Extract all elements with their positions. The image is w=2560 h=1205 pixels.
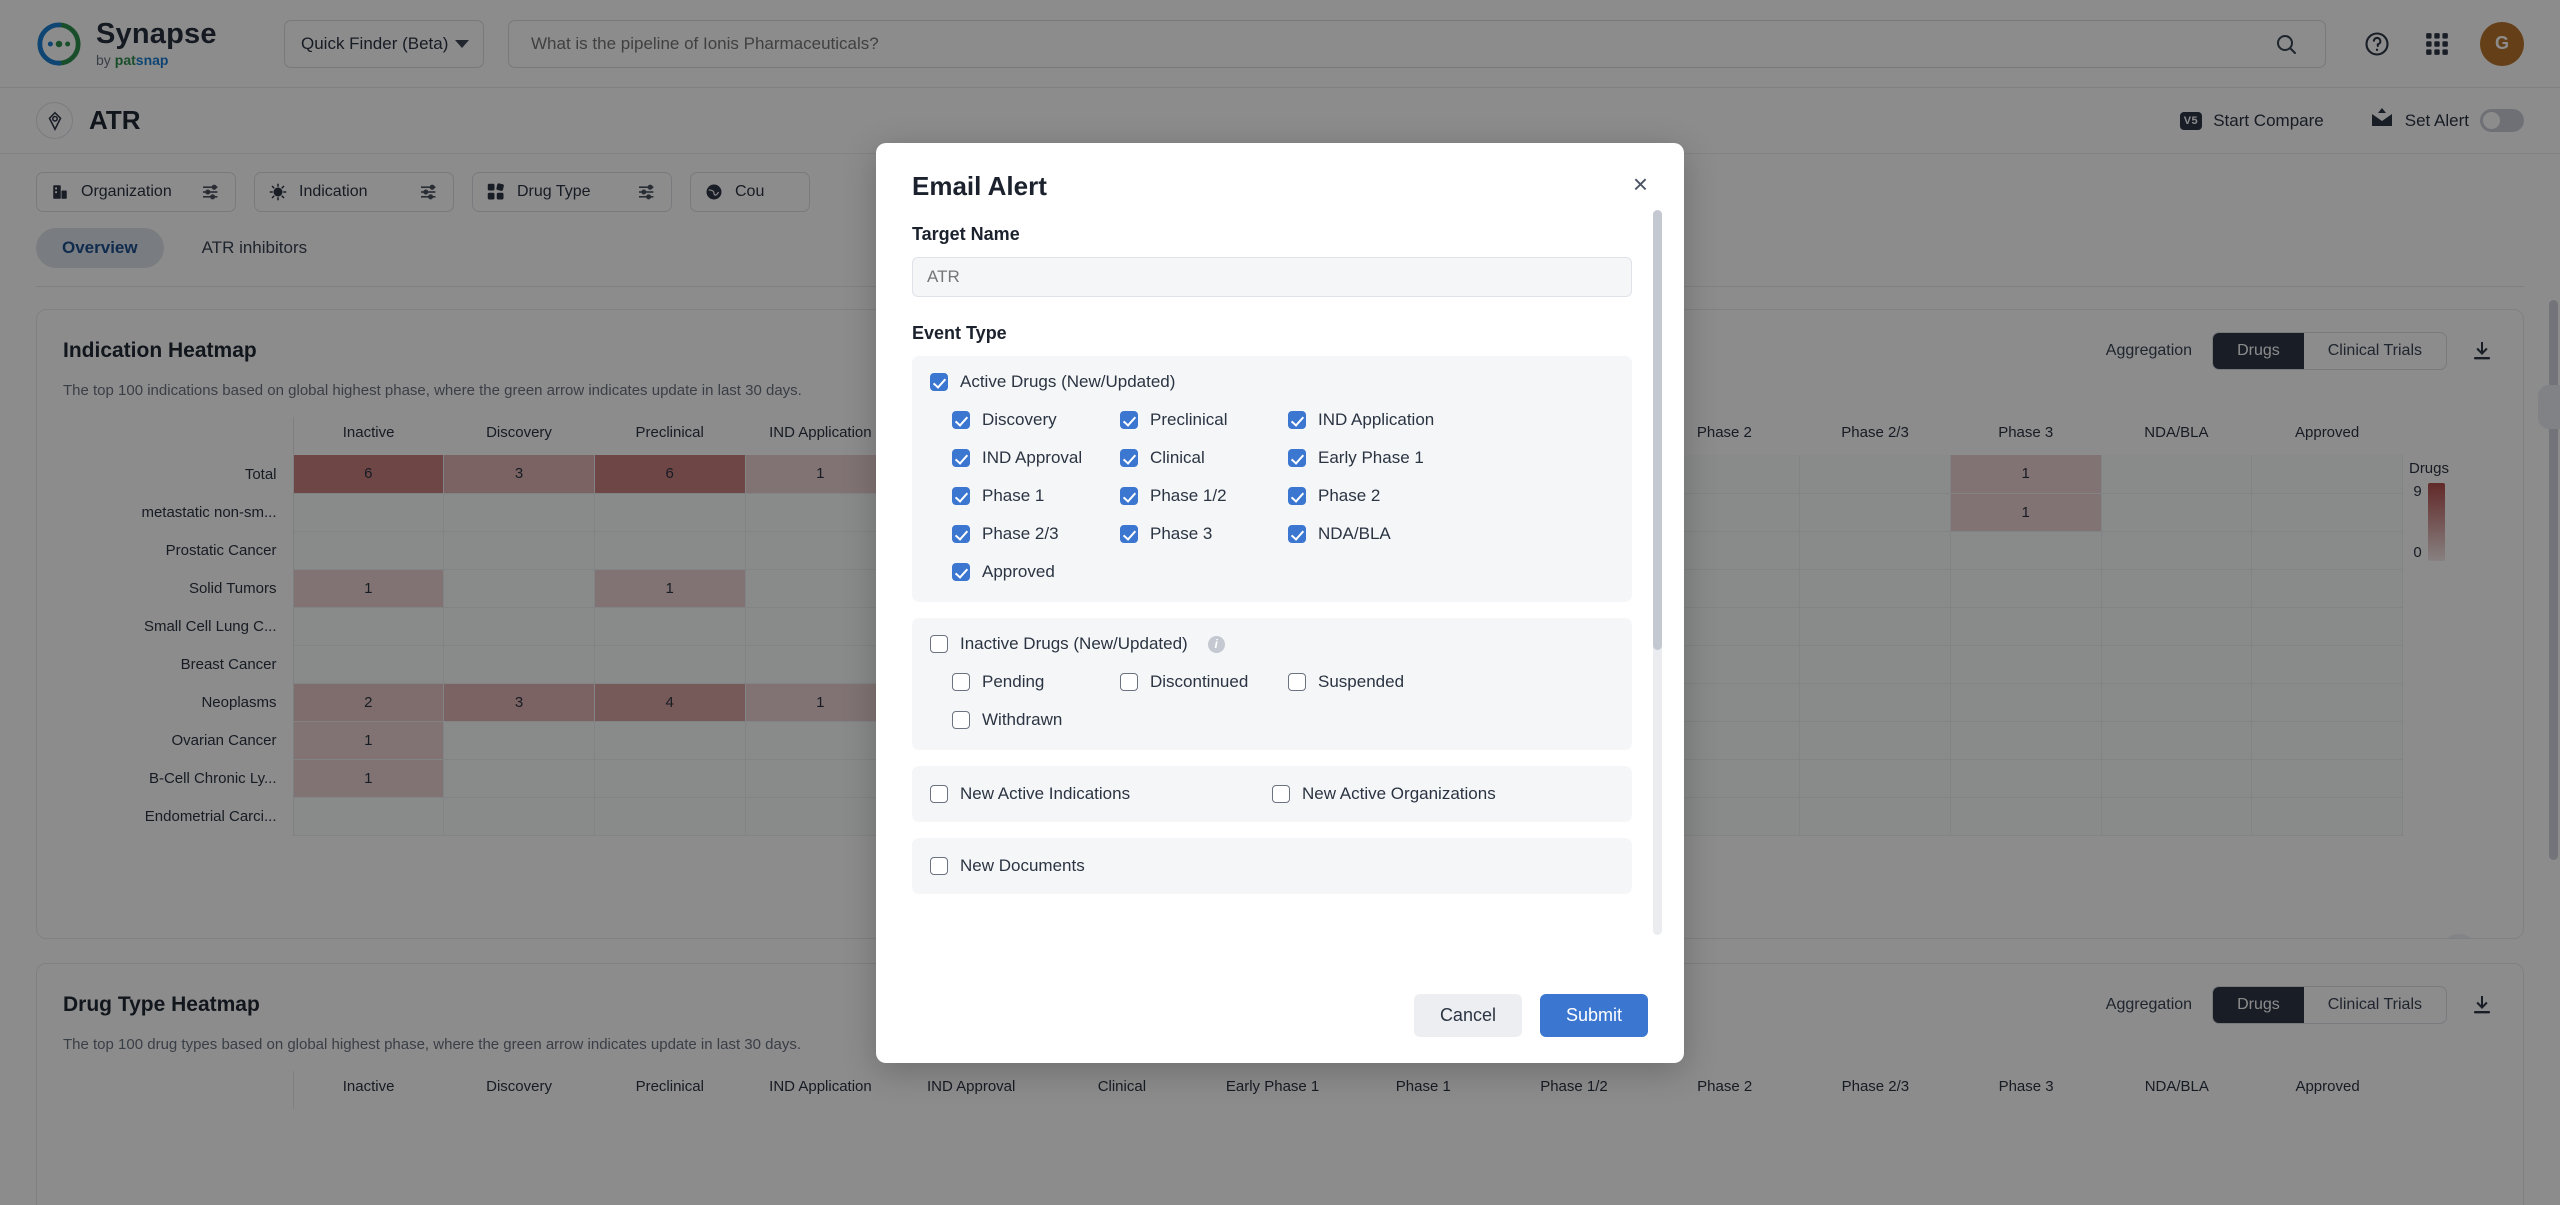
target-name-field[interactable] [912,257,1632,297]
dialog-footer: Cancel Submit [876,975,1684,1063]
checkbox-unchecked-icon[interactable] [952,673,970,691]
checkbox-checked-icon[interactable] [1120,411,1138,429]
app-root: Synapse by patsnap Quick Finder (Beta) W… [0,0,2560,1205]
inactive-drugs-options-grid: Pending Discontinued Suspended Withdrawn [952,672,1614,730]
option-label: Approved [982,562,1055,581]
active-drugs-options-grid: Discovery Preclinical IND Application IND A… [952,410,1614,582]
option-label: Early Phase 1 [1318,448,1424,467]
option-checkbox-row[interactable]: Phase 1/2 [1120,486,1288,506]
checkbox-checked-icon[interactable] [1288,487,1306,505]
info-icon[interactable]: i [1207,635,1225,653]
option-label: Discovery [982,410,1057,429]
checkbox-unchecked-icon[interactable] [930,785,948,803]
option-checkbox-row[interactable]: Discontinued [1120,672,1288,692]
option-label: Phase 1/2 [1150,486,1227,505]
checkbox-checked-icon[interactable] [952,563,970,581]
checkbox-checked-icon[interactable] [952,525,970,543]
option-label: IND Application [1318,410,1435,429]
option-checkbox-row[interactable]: Phase 2 [1288,486,1478,506]
new-documents-row[interactable]: New Documents [930,856,1614,876]
active-drugs-group-checkbox[interactable]: Active Drugs (New/Updated) [930,372,1614,392]
checkbox-unchecked-icon[interactable] [930,857,948,875]
checkbox-checked-icon[interactable] [1120,487,1138,505]
event-type-label: Event Type [912,323,1007,343]
target-name-input[interactable] [927,267,1617,287]
option-checkbox-row[interactable]: Pending [952,672,1120,692]
inactive-drugs-label: Inactive Drugs (New/Updated) [960,634,1188,653]
option-checkbox-row[interactable]: Phase 3 [1120,524,1288,544]
new-active-organizations-label: New Active Organizations [1302,784,1496,803]
option-label: Suspended [1318,672,1405,691]
option-checkbox-row[interactable]: NDA/BLA [1288,524,1478,544]
option-checkbox-row[interactable]: Phase 2/3 [952,524,1120,544]
new-active-organizations-row[interactable]: New Active Organizations [1272,784,1614,804]
option-label: IND Approval [982,448,1083,467]
option-checkbox-row[interactable]: Phase 1 [952,486,1120,506]
option-label: Withdrawn [982,710,1063,729]
checkbox-checked-icon[interactable] [952,487,970,505]
option-label: Phase 1 [982,486,1045,505]
active-drugs-panel: Active Drugs (New/Updated) Discovery Prec… [912,356,1632,602]
checkbox-checked-icon[interactable] [1288,411,1306,429]
option-checkbox-row[interactable]: Suspended [1288,672,1478,692]
option-label: Clinical [1150,448,1205,467]
checkbox-checked-icon[interactable] [1288,525,1306,543]
option-label: Pending [982,672,1045,691]
option-checkbox-row[interactable]: Withdrawn [952,710,1120,730]
option-checkbox-row[interactable]: IND Approval [952,448,1120,468]
new-active-indications-row[interactable]: New Active Indications [930,784,1272,804]
active-drugs-label: Active Drugs (New/Updated) [960,372,1176,391]
checkbox-unchecked-icon[interactable] [952,711,970,729]
dialog-body: Target Name Event Type Active Drugs (New… [876,202,1684,975]
checkbox-checked-icon[interactable] [952,449,970,467]
checkbox-checked-icon[interactable] [1288,449,1306,467]
target-name-label: Target Name [912,224,1020,244]
checkbox-checked-icon[interactable] [930,373,948,391]
checkbox-unchecked-icon[interactable] [1272,785,1290,803]
option-label: Discontinued [1150,672,1249,691]
dialog-scrollbar-thumb[interactable] [1653,210,1662,650]
option-label: Phase 2/3 [982,524,1059,543]
new-documents-panel: New Documents [912,838,1632,894]
checkbox-checked-icon[interactable] [952,411,970,429]
email-alert-dialog: Email Alert × Target Name Event Type Act… [876,143,1684,1063]
dialog-header: Email Alert × [876,143,1684,202]
option-checkbox-row[interactable]: Discovery [952,410,1120,430]
option-label: NDA/BLA [1318,524,1391,543]
new-active-panel: New Active Indications New Active Organi… [912,766,1632,822]
dialog-title: Email Alert [912,171,1047,201]
inactive-drugs-group-checkbox[interactable]: Inactive Drugs (New/Updated) i [930,634,1614,654]
checkbox-unchecked-icon[interactable] [1120,673,1138,691]
option-label: Phase 3 [1150,524,1213,543]
cancel-button[interactable]: Cancel [1413,994,1522,1037]
option-label: Phase 2 [1318,486,1381,505]
option-checkbox-row[interactable]: Clinical [1120,448,1288,468]
option-label: Preclinical [1150,410,1228,429]
submit-button[interactable]: Submit [1539,994,1648,1037]
checkbox-unchecked-icon[interactable] [930,635,948,653]
option-checkbox-row[interactable]: Early Phase 1 [1288,448,1478,468]
option-checkbox-row[interactable]: Approved [952,562,1120,582]
new-documents-label: New Documents [960,856,1085,875]
checkbox-checked-icon[interactable] [1120,525,1138,543]
inactive-drugs-panel: Inactive Drugs (New/Updated) i Pending Di… [912,618,1632,750]
new-active-indications-label: New Active Indications [960,784,1131,803]
checkbox-unchecked-icon[interactable] [1288,673,1306,691]
option-checkbox-row[interactable]: IND Application [1288,410,1478,430]
close-icon[interactable]: × [1633,171,1648,197]
option-checkbox-row[interactable]: Preclinical [1120,410,1288,430]
checkbox-checked-icon[interactable] [1120,449,1138,467]
